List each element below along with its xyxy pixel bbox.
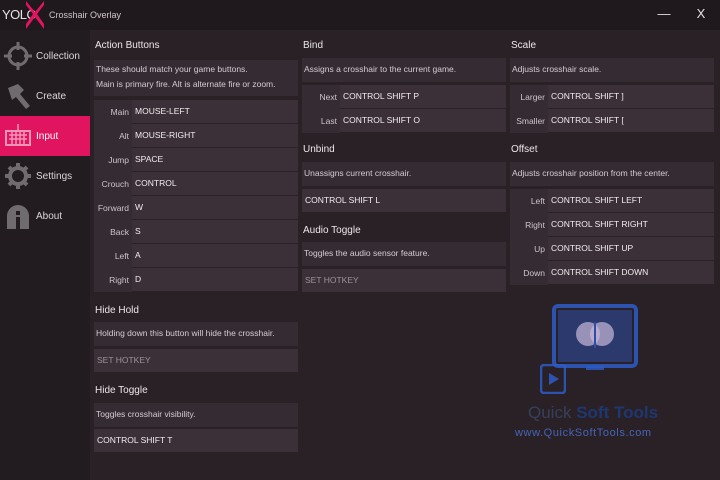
sidebar: Collection Create Input Settings About: [0, 30, 90, 480]
description-line: These should match your game buttons.: [96, 64, 248, 74]
description-line: Main is primary fire. Alt is alternate f…: [96, 79, 276, 89]
hide-toggle-hotkey-field[interactable]: CONTROL SHIFT T: [94, 429, 298, 452]
gear-icon: [5, 163, 31, 189]
row-label-alt: Alt: [94, 124, 132, 148]
hotkey-field-larger[interactable]: CONTROL SHIFT ]: [548, 85, 714, 108]
row-label-larger: Larger: [510, 85, 548, 109]
hotkey-field-offset-up[interactable]: CONTROL SHIFT UP: [548, 237, 714, 260]
sidebar-item-about[interactable]: About: [0, 196, 90, 236]
audio-toggle-description: Toggles the audio sensor feature.: [302, 242, 506, 266]
unbind-title: Unbind: [303, 144, 335, 155]
hotkey-field-offset-down[interactable]: CONTROL SHIFT DOWN: [548, 261, 714, 284]
hide-hold-description: Holding down this button will hide the c…: [94, 322, 298, 346]
hotkey-field-main[interactable]: MOUSE-LEFT: [132, 100, 298, 123]
sidebar-item-collection[interactable]: Collection: [0, 36, 90, 76]
sidebar-item-label: Collection: [36, 50, 80, 62]
watermark-url: www.QuickSoftTools.com: [515, 427, 652, 439]
action-buttons-title: Action Buttons: [95, 40, 160, 51]
audio-toggle-hotkey-field[interactable]: SET HOTKEY: [302, 269, 506, 292]
hotkey-field-crouch[interactable]: CONTROL: [132, 172, 298, 195]
watermark-brand: Quick Soft Tools: [528, 403, 658, 423]
row-label-back: Back: [94, 220, 132, 244]
close-button[interactable]: X: [691, 4, 711, 24]
action-buttons-description: These should match your game buttons. Ma…: [94, 60, 298, 96]
scale-title: Scale: [511, 40, 537, 51]
keyboard-icon: [5, 124, 31, 146]
minimize-button[interactable]: —: [654, 4, 674, 24]
row-label-offset-up: Up: [510, 237, 548, 261]
hotkey-field-forward[interactable]: W: [132, 196, 298, 219]
offset-title: Offset: [511, 144, 538, 155]
bind-title: Bind: [303, 40, 324, 51]
app-title: Crosshair Overlay: [49, 10, 122, 20]
row-label-forward: Forward: [94, 196, 132, 220]
sidebar-item-settings[interactable]: Settings: [0, 156, 90, 196]
hotkey-field-jump[interactable]: SPACE: [132, 148, 298, 171]
hotkey-field-back[interactable]: S: [132, 220, 298, 243]
unbind-description: Unassigns current crosshair.: [302, 162, 506, 186]
row-label-main: Main: [94, 100, 132, 124]
sidebar-item-label: About: [36, 210, 63, 222]
hide-toggle-title: Hide Toggle: [95, 385, 148, 396]
hotkey-field-smaller[interactable]: CONTROL SHIFT [: [548, 109, 714, 132]
hotkey-field-alt[interactable]: MOUSE-RIGHT: [132, 124, 298, 147]
hotkey-field-offset-right[interactable]: CONTROL SHIFT RIGHT: [548, 213, 714, 236]
crosshair-icon: [4, 42, 32, 70]
watermark-brand-rest: Soft Tools: [571, 403, 659, 422]
sidebar-item-label: Create: [36, 90, 67, 102]
sidebar-item-label: Settings: [36, 170, 73, 182]
row-label-last: Last: [302, 109, 340, 133]
hotkey-field-right[interactable]: D: [132, 268, 298, 291]
hotkey-field-next[interactable]: CONTROL SHIFT P: [340, 85, 506, 108]
unbind-hotkey-field[interactable]: CONTROL SHIFT L: [302, 189, 506, 212]
hotkey-field-last[interactable]: CONTROL SHIFT O: [340, 109, 506, 132]
sidebar-item-label: Input: [36, 130, 59, 142]
bind-description: Assigns a crosshair to the current game.: [302, 58, 506, 82]
row-label-smaller: Smaller: [510, 109, 548, 133]
title-bar: YOLO Crosshair Overlay — X: [0, 0, 720, 30]
hide-hold-hotkey-field[interactable]: SET HOTKEY: [94, 349, 298, 372]
logo-x-icon: [26, 1, 44, 29]
play-icon: [540, 364, 566, 394]
row-label-jump: Jump: [94, 148, 132, 172]
hide-hold-title: Hide Hold: [95, 305, 139, 316]
row-label-crouch: Crouch: [94, 172, 132, 196]
audio-toggle-title: Audio Toggle: [303, 225, 361, 236]
hotkey-field-offset-left[interactable]: CONTROL SHIFT LEFT: [548, 189, 714, 212]
row-label-right: Right: [94, 268, 132, 292]
info-icon: [7, 205, 29, 229]
row-label-offset-down: Down: [510, 261, 548, 285]
sidebar-item-input[interactable]: Input: [0, 116, 90, 156]
row-label-offset-right: Right: [510, 213, 548, 237]
hotkey-field-left[interactable]: A: [132, 244, 298, 267]
watermark-brand-quick: Quick: [528, 403, 572, 422]
row-label-left: Left: [94, 244, 132, 268]
offset-description: Adjusts crosshair position from the cent…: [510, 162, 714, 186]
sidebar-item-create[interactable]: Create: [0, 76, 90, 116]
row-label-offset-left: Left: [510, 189, 548, 213]
row-label-next: Next: [302, 85, 340, 109]
hammer-icon: [8, 84, 30, 109]
hide-toggle-description: Toggles crosshair visibility.: [94, 403, 298, 427]
scale-description: Adjusts crosshair scale.: [510, 58, 714, 82]
